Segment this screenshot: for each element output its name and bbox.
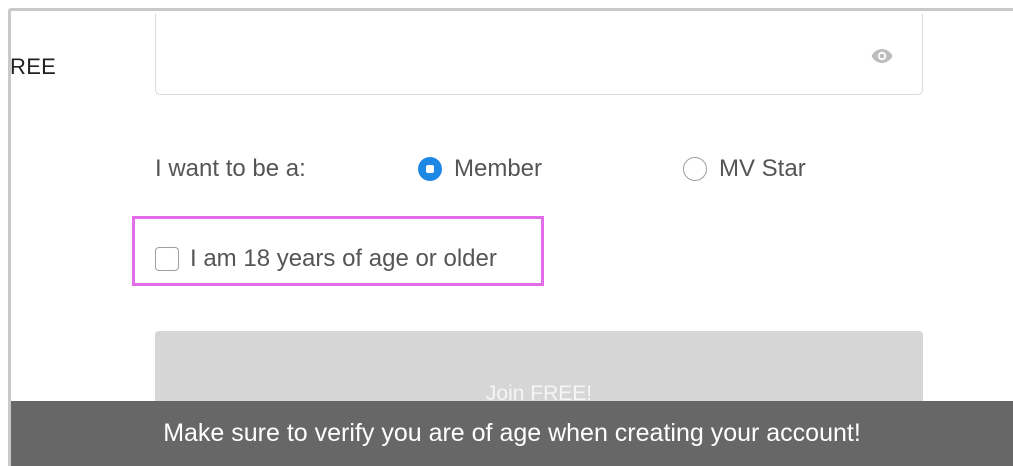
radio-mv-star-label: MV Star <box>719 155 806 182</box>
card-border-top <box>8 8 1013 11</box>
caption-bar: Make sure to verify you are of age when … <box>11 401 1013 466</box>
radio-unchecked-icon[interactable] <box>683 157 707 181</box>
age-confirm-checkbox[interactable]: I am 18 years of age or older <box>155 242 497 276</box>
radio-checked-icon[interactable] <box>418 157 442 181</box>
role-selector: I want to be a: Member MV Star <box>155 152 915 186</box>
password-field[interactable] <box>155 14 923 95</box>
age-confirm-label: I am 18 years of age or older <box>190 245 497 272</box>
radio-mv-star[interactable]: MV Star <box>683 152 806 186</box>
role-label: I want to be a: <box>155 155 306 182</box>
side-label: REE <box>10 54 57 79</box>
radio-member[interactable]: Member <box>418 152 542 186</box>
signup-screen: REE I want to be a: Member MV Star I am … <box>0 0 1013 466</box>
eye-icon[interactable] <box>870 44 894 68</box>
checkbox-icon[interactable] <box>155 247 179 271</box>
radio-member-label: Member <box>454 155 543 182</box>
caption-text: Make sure to verify you are of age when … <box>163 419 861 447</box>
